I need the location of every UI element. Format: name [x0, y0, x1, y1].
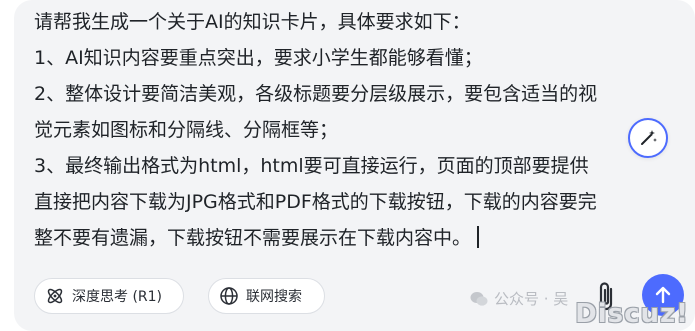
- prompt-line-last: 整不要有遗漏，下载按钮不需要展示在下载内容中。: [34, 220, 684, 256]
- prompt-line: 直接把内容下载为JPG格式和PDF格式的下载按钮，下载的内容要完: [34, 191, 597, 213]
- optimize-prompt-button[interactable]: [628, 118, 668, 158]
- wechat-icon: [470, 291, 488, 307]
- watermark-text: 公众号 · 吴: [494, 290, 569, 308]
- web-search-label: 联网搜索: [246, 289, 302, 305]
- magic-wand-icon: [638, 128, 658, 148]
- deep-think-label: 深度思考 (R1): [72, 289, 163, 305]
- prompt-textarea[interactable]: 请帮我生成一个关于AI的知识卡片，具体要求如下： 1、AI知识内容要重点突出，要…: [34, 4, 684, 256]
- web-search-button[interactable]: 联网搜索: [208, 278, 325, 314]
- discuz-watermark: Discuz!: [575, 299, 689, 329]
- chat-composer[interactable]: 请帮我生成一个关于AI的知识卡片，具体要求如下： 1、AI知识内容要重点突出，要…: [14, 0, 695, 331]
- atom-icon: [45, 286, 65, 306]
- globe-icon: [219, 286, 239, 306]
- prompt-line: 3、最终输出格式为html，html要可直接运行，页面的顶部要提供: [34, 155, 589, 177]
- text-caret: [477, 226, 480, 248]
- deep-think-button[interactable]: 深度思考 (R1): [34, 278, 184, 314]
- prompt-line: 请帮我生成一个关于AI的知识卡片，具体要求如下：: [34, 11, 471, 33]
- prompt-line: 2、整体设计要简洁美观，各级标题要分层级展示，要包含适当的视: [34, 83, 598, 105]
- wechat-watermark: 公众号 · 吴: [470, 288, 568, 309]
- prompt-line-text: 整不要有遗漏，下载按钮不需要展示在下载内容中。: [34, 227, 472, 249]
- prompt-line: 觉元素如图标和分隔线、分隔框等；: [34, 119, 339, 141]
- prompt-line: 1、AI知识内容要重点突出，要求小学生都能够看懂；: [34, 47, 483, 69]
